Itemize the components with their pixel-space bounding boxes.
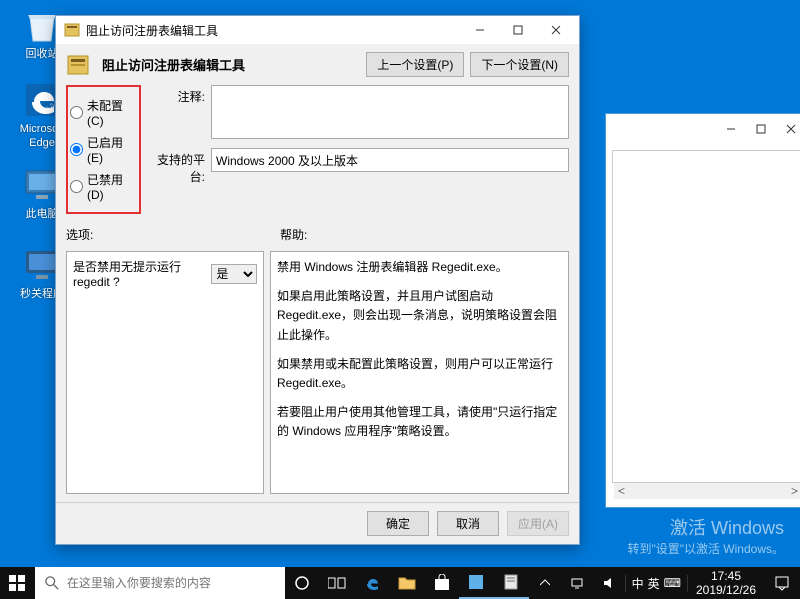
minimize-button[interactable]: [461, 18, 499, 42]
help-paragraph: 如果禁用或未配置此策略设置，则用户可以正常运行 Regedit.exe。: [277, 355, 562, 393]
options-pane: 是否禁用无提示运行 regedit ? 是: [66, 251, 264, 494]
dialog-title: 阻止访问注册表编辑工具: [86, 22, 461, 39]
tray-clock[interactable]: 17:45 2019/12/26: [688, 569, 764, 597]
taskbar-app-edge[interactable]: [354, 567, 389, 599]
radio-not-configured-input[interactable]: [70, 106, 83, 119]
background-window[interactable]: < >: [605, 113, 800, 508]
cortana-button[interactable]: [285, 567, 320, 599]
tray-network-icon[interactable]: [561, 576, 593, 590]
minimize-button[interactable]: [716, 118, 746, 140]
taskbar: 中 英 ⌨ 17:45 2019/12/26: [0, 567, 800, 599]
activate-line2: 转到"设置"以激活 Windows。: [627, 540, 784, 557]
taskbar-app-snip[interactable]: [459, 567, 494, 599]
ime-kbd: 英: [648, 575, 660, 592]
ime-lang: 中: [632, 575, 644, 592]
option-select[interactable]: 是: [211, 264, 257, 284]
help-pane[interactable]: 禁用 Windows 注册表编辑器 Regedit.exe。 如果启用此策略设置…: [270, 251, 569, 494]
dialog-footer: 确定 取消 应用(A): [56, 502, 579, 544]
help-label: 帮助:: [280, 226, 307, 243]
tray-ime[interactable]: 中 英 ⌨: [625, 575, 688, 592]
activate-line1: 激活 Windows: [627, 514, 784, 540]
help-paragraph: 若要阻止用户使用其他管理工具，请使用"只运行指定的 Windows 应用程序"策…: [277, 403, 562, 441]
taskbar-app-store[interactable]: [424, 567, 459, 599]
radio-disabled-input[interactable]: [70, 180, 83, 193]
clock-time: 17:45: [688, 569, 764, 583]
dialog-header-row: 阻止访问注册表编辑工具 上一个设置(P) 下一个设置(N): [66, 52, 569, 77]
option-question: 是否禁用无提示运行 regedit ?: [73, 258, 205, 289]
radio-not-configured[interactable]: 未配置(C): [70, 97, 137, 128]
state-radio-group: 未配置(C) 已启用(E) 已禁用(D): [66, 85, 141, 214]
taskbar-search[interactable]: [35, 567, 285, 599]
radio-enabled[interactable]: 已启用(E): [70, 134, 137, 165]
scroll-left-arrow[interactable]: <: [614, 484, 629, 498]
dialog-titlebar[interactable]: 阻止访问注册表编辑工具: [56, 16, 579, 44]
ok-button[interactable]: 确定: [367, 511, 429, 536]
scroll-right-arrow[interactable]: >: [787, 484, 800, 498]
close-button[interactable]: [537, 18, 575, 42]
maximize-button[interactable]: [499, 18, 537, 42]
task-view-button[interactable]: [320, 567, 355, 599]
search-input[interactable]: [67, 567, 275, 599]
platform-field: Windows 2000 及以上版本: [211, 148, 569, 172]
platform-label: 支持的平台:: [147, 148, 205, 185]
radio-disabled[interactable]: 已禁用(D): [70, 171, 137, 202]
taskbar-tray: 中 英 ⌨ 17:45 2019/12/26: [529, 567, 800, 599]
background-titlebar[interactable]: [606, 114, 800, 144]
comment-label: 注释:: [147, 85, 205, 105]
tray-chevron-up-icon[interactable]: [529, 579, 561, 587]
help-paragraph: 禁用 Windows 注册表编辑器 Regedit.exe。: [277, 258, 562, 277]
prev-setting-button[interactable]: 上一个设置(P): [366, 52, 464, 77]
search-icon: [45, 576, 59, 590]
taskbar-app-explorer[interactable]: [389, 567, 424, 599]
close-button[interactable]: [776, 118, 800, 140]
policy-icon: [66, 53, 90, 77]
clock-date: 2019/12/26: [688, 583, 764, 597]
start-button[interactable]: [0, 567, 35, 599]
maximize-button[interactable]: [746, 118, 776, 140]
apply-button[interactable]: 应用(A): [507, 511, 569, 536]
taskbar-app-gpedit[interactable]: [494, 567, 529, 599]
tray-notifications-icon[interactable]: [764, 575, 800, 591]
background-body: [612, 150, 800, 483]
radio-enabled-input[interactable]: [70, 143, 83, 156]
policy-icon: [64, 22, 80, 38]
cancel-button[interactable]: 取消: [437, 511, 499, 536]
tray-volume-icon[interactable]: [593, 576, 625, 590]
activate-watermark: 激活 Windows 转到"设置"以激活 Windows。: [627, 514, 784, 557]
policy-dialog: 阻止访问注册表编辑工具 阻止访问注册表编辑工具 上一个设置(P) 下一个设置(N…: [55, 15, 580, 545]
background-scrollbar[interactable]: < >: [614, 483, 800, 499]
next-setting-button[interactable]: 下一个设置(N): [470, 52, 569, 77]
comment-textarea[interactable]: [211, 85, 569, 139]
help-paragraph: 如果启用此策略设置，并且用户试图启动 Regedit.exe，则会出现一条消息，…: [277, 287, 562, 345]
ime-keyboard-icon: ⌨: [664, 576, 681, 590]
dialog-header-title: 阻止访问注册表编辑工具: [102, 55, 245, 74]
options-label: 选项:: [66, 226, 276, 243]
